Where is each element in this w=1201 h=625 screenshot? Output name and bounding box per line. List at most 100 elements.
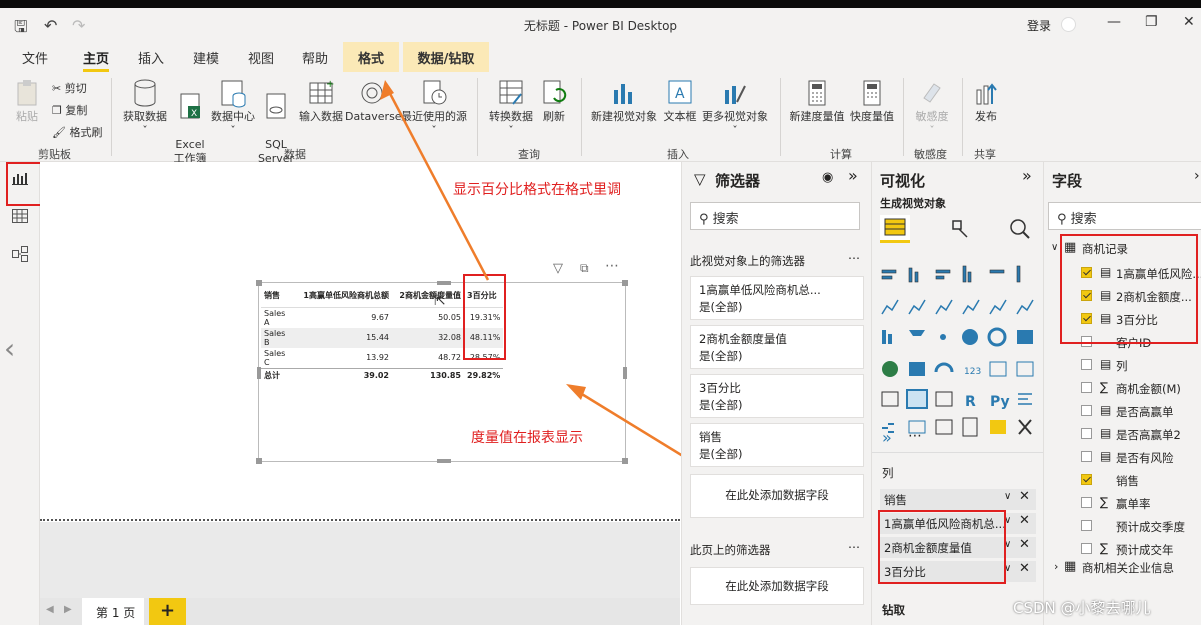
columns-well-label: 列 [882, 466, 894, 480]
sigma-icon: ∑ [1100, 495, 1109, 509]
field-checkbox[interactable] [1081, 497, 1092, 508]
paginated-report-icon [962, 417, 978, 437]
fields-pane: 字段 › ⚲ 搜索 ∨ ▦ 商机记录 ▤ 1高赢单低风险... ▤ 2商机金额度...… [1043, 162, 1201, 625]
field-item[interactable]: 销售 [1044, 471, 1201, 491]
field-item[interactable]: ∑ 预计成交年 [1044, 540, 1201, 560]
watermark: CSDN @小黎去哪儿 [1013, 599, 1151, 617]
table-icon: ▦ [1064, 559, 1077, 574]
remove-field-icon[interactable]: ✕ [1019, 513, 1030, 528]
remove-field-icon[interactable]: ✕ [1019, 561, 1030, 576]
divider [872, 452, 1044, 453]
field-label: 是否有风险 [1116, 451, 1174, 465]
stacked-area-icon [935, 299, 953, 315]
more-visuals-icon[interactable]: ⋯ [908, 428, 922, 444]
field-item[interactable]: ▤ 是否有风险 [1044, 448, 1201, 468]
filter-card-name: 1高赢单低风险商机总... [699, 283, 821, 297]
kpi-icon [1016, 361, 1034, 377]
remove-field-icon[interactable]: ✕ [1019, 537, 1030, 552]
build-visual-tab[interactable] [880, 215, 910, 243]
filter-card[interactable]: 3百分比是(全部) [690, 374, 864, 418]
format-visual-icon[interactable] [947, 217, 971, 241]
card-icon: 123 [964, 367, 981, 377]
field-checkbox[interactable] [1081, 520, 1092, 531]
chevron-down-icon[interactable]: ∨ [1051, 242, 1058, 253]
field-item[interactable]: ∑ 赢单率 [1044, 494, 1201, 514]
drill-through-label: 钻取 [882, 603, 905, 617]
funnel-icon: ▽ [694, 170, 706, 188]
filter-card-state: 是(全部) [699, 398, 743, 412]
collapse-icon[interactable]: » [1022, 166, 1032, 185]
filter-card-state: 是(全部) [699, 349, 743, 363]
visual-type-gallery[interactable]: 123 R Py [880, 264, 1038, 444]
100-column-icon [1016, 265, 1021, 283]
table-icon [906, 389, 928, 409]
field-checkbox[interactable] [1081, 543, 1092, 554]
search-icon: ⚲ [699, 212, 709, 227]
clustered-column-icon [962, 265, 967, 283]
scatter-icon [940, 334, 946, 340]
multi-row-card-icon [989, 361, 1007, 377]
remove-field-icon[interactable]: ✕ [1019, 489, 1030, 504]
filters-pane: ▽ 筛选器 ◉ » ⚲ 搜索 此视觉对象上的筛选器 ⋯ 1高赢单低风险商机总..… [681, 162, 871, 625]
calculator-icon: ▤ [1100, 426, 1112, 440]
fields-search-placeholder: 搜索 [1070, 212, 1097, 227]
filter-card-name: 3百分比 [699, 381, 741, 395]
arrowhead [566, 384, 586, 400]
field-item[interactable]: ▤ 是否高赢单 [1044, 402, 1201, 422]
field-item[interactable]: 预计成交季度 [1044, 517, 1201, 537]
filled-map-icon [909, 362, 925, 376]
stacked-bar-icon [881, 269, 897, 274]
eye-icon[interactable]: ◉ [822, 170, 833, 185]
filters-search-placeholder: 搜索 [712, 212, 739, 227]
visual-filters-heading: 此视觉对象上的筛选器 [690, 254, 805, 268]
field-checkbox[interactable] [1081, 405, 1092, 416]
area-chart-icon [908, 299, 926, 315]
pie-icon [962, 329, 978, 345]
add-data-field-drop-page[interactable]: 在此处添加数据字段 [690, 567, 864, 605]
ribbon-chart-icon [1016, 299, 1034, 315]
treemap-icon [1017, 330, 1033, 344]
calculator-icon: ▤ [1100, 449, 1112, 463]
more-visuals-chevron-icon[interactable]: » [882, 428, 892, 447]
add-data-field-drop[interactable]: 在此处添加数据字段 [690, 474, 864, 518]
collapse-icon[interactable]: › [1194, 168, 1200, 184]
filter-card[interactable]: 1高赢单低风险商机总... 是(全部) [690, 276, 864, 320]
visualizations-pane: 可视化 » 生成视觉对象 123 R Py » ⋯ 列 销售 1高赢单低风险商机… [871, 162, 1044, 625]
field-item[interactable]: ∑ 商机金额(M) [1044, 379, 1201, 399]
matrix-icon [935, 391, 953, 407]
stacked-column-icon [908, 267, 913, 283]
columns-well-item[interactable]: 销售 [880, 489, 1036, 510]
line-chart-icon [881, 299, 899, 315]
analytics-icon[interactable] [1008, 217, 1032, 241]
field-item[interactable]: ▤ 列 [1044, 356, 1201, 376]
field-checkbox[interactable] [1081, 428, 1092, 439]
funnel-chart-icon [909, 330, 925, 336]
100-bar-icon [989, 269, 1005, 274]
collapse-icon[interactable]: » [848, 166, 858, 185]
chevron-right-icon[interactable]: › [1054, 560, 1058, 573]
field-label: 预计成交年 [1116, 543, 1174, 557]
field-label: 是否高赢单2 [1116, 428, 1181, 442]
chevron-down-icon[interactable]: ∨ [1004, 491, 1011, 502]
field-table-name[interactable]: 商机相关企业信息 [1082, 560, 1174, 576]
fields-search-input[interactable]: ⚲ 搜索 [1048, 202, 1201, 230]
field-item[interactable]: ▤ 是否高赢单2 [1044, 425, 1201, 445]
field-checkbox[interactable] [1081, 382, 1092, 393]
field-checkbox[interactable] [1081, 359, 1092, 370]
field-checkbox[interactable] [1081, 451, 1092, 462]
filters-search-input[interactable]: ⚲ 搜索 [690, 202, 860, 230]
field-checkbox[interactable] [1081, 474, 1092, 485]
donut-icon [987, 327, 1007, 347]
more-options-icon[interactable]: ⋯ [848, 251, 860, 265]
filter-card-name: 2商机金额度量值 [699, 332, 787, 346]
filter-card[interactable]: 销售 是(全部) [690, 423, 864, 467]
highlight-measure-wells [878, 510, 1006, 584]
field-label: 是否高赢单 [1116, 405, 1174, 419]
fields-title: 字段 [1052, 172, 1083, 190]
sigma-icon: ∑ [1100, 380, 1109, 394]
page-filters-heading: 此页上的筛选器 [690, 543, 771, 557]
more-options-icon[interactable]: ⋯ [848, 540, 860, 554]
map-icon [882, 361, 898, 377]
search-icon: ⚲ [1057, 212, 1067, 227]
filter-card[interactable]: 2商机金额度量值 是(全部) [690, 325, 864, 369]
